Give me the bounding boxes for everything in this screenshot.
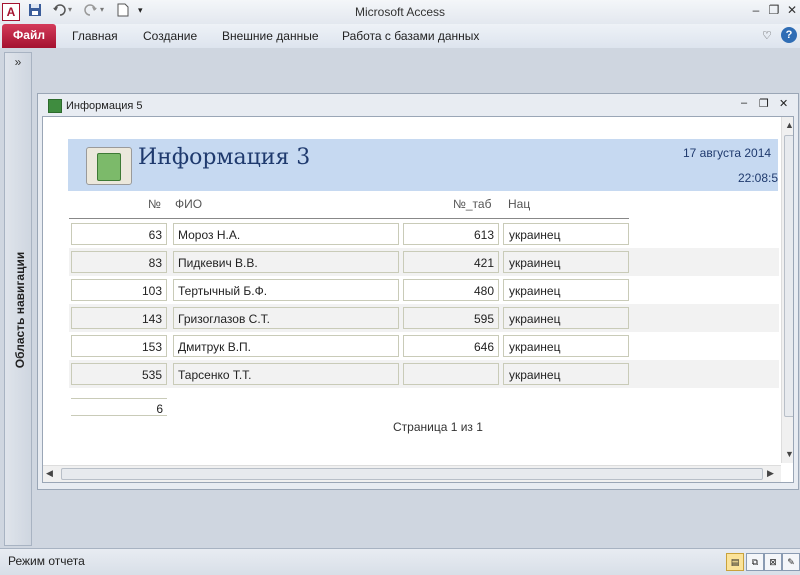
ribbon-minimize-icon[interactable]: ♡ xyxy=(762,29,772,42)
report-window: Информация 5 – ❐ ✕ Информация 3 17 авгус… xyxy=(37,93,799,490)
notebook-icon xyxy=(97,153,121,181)
tab-external-data[interactable]: Внешние данные xyxy=(222,29,319,43)
column-header-num: № xyxy=(148,197,161,211)
column-header-fio: ФИО xyxy=(175,197,203,211)
horizontal-scroll-thumb[interactable] xyxy=(61,468,763,480)
report-date: 17 августа 2014 xyxy=(683,146,772,160)
table-row: 103 Тертычный Б.Ф. 480 украинец xyxy=(69,276,779,304)
cell-num: 83 xyxy=(71,251,167,273)
tab-create[interactable]: Создание xyxy=(143,29,197,43)
cell-num: 143 xyxy=(71,307,167,329)
report-icon xyxy=(48,99,62,113)
cell-nat: украинец xyxy=(503,251,629,273)
cell-fio: Дмитрук В.П. xyxy=(173,335,399,357)
cell-fio: Гризоглазов С.Т. xyxy=(173,307,399,329)
column-header-nat: Нац xyxy=(508,197,531,211)
scroll-down-icon[interactable]: ▼ xyxy=(785,449,793,459)
cell-num: 63 xyxy=(71,223,167,245)
navigation-pane[interactable]: » Область навигации xyxy=(4,52,32,546)
report-view-icon[interactable]: ▤ xyxy=(726,553,744,571)
table-row: 83 Пидкевич В.В. 421 украинец xyxy=(69,248,779,276)
layout-view-icon[interactable]: ⊠ xyxy=(764,553,782,571)
print-preview-icon[interactable]: ⧉ xyxy=(746,553,764,571)
cell-fio: Мороз Н.А. xyxy=(173,223,399,245)
report-time: 22:08:5 xyxy=(738,171,779,185)
cell-tab xyxy=(403,363,499,385)
cell-tab: 595 xyxy=(403,307,499,329)
cell-tab: 646 xyxy=(403,335,499,357)
report-view: Информация 3 17 августа 2014 22:08:5 № Ф… xyxy=(42,116,794,483)
scroll-right-icon[interactable]: ▶ xyxy=(767,468,774,479)
doc-minimize-icon[interactable]: – xyxy=(741,97,747,109)
table-row: 63 Мороз Н.А. 613 украинец xyxy=(69,220,779,248)
table-row: 143 Гризоглазов С.Т. 595 украинец xyxy=(69,304,779,332)
header-divider xyxy=(69,218,629,219)
cell-nat: украинец xyxy=(503,223,629,245)
report-logo-icon xyxy=(86,147,132,185)
tab-database-tools[interactable]: Работа с базами данных xyxy=(342,29,479,43)
cell-tab: 613 xyxy=(403,223,499,245)
report-header: Информация 3 17 августа 2014 22:08:5 xyxy=(68,139,778,191)
window-title: Microsoft Access xyxy=(354,5,446,19)
cell-fio: Тертычный Б.Ф. xyxy=(173,279,399,301)
nav-expand-icon[interactable]: » xyxy=(5,55,31,69)
cell-num: 535 xyxy=(71,363,167,385)
cell-nat: украинец xyxy=(503,363,629,385)
table-row: 153 Дмитрук В.П. 646 украинец xyxy=(69,332,779,360)
ribbon-tabs: Главная Создание Внешние данные Работа с… xyxy=(0,24,800,49)
cell-nat: украинец xyxy=(503,307,629,329)
page-number: Страница 1 из 1 xyxy=(393,420,483,434)
vertical-scroll-thumb[interactable] xyxy=(784,135,793,417)
cell-num: 103 xyxy=(71,279,167,301)
restore-icon[interactable]: ❐ xyxy=(766,3,782,17)
horizontal-scrollbar[interactable]: ◀ ▶ xyxy=(43,465,781,482)
view-mode-label: Режим отчета xyxy=(8,554,85,568)
cell-fio: Тарсенко Т.Т. xyxy=(173,363,399,385)
design-view-icon[interactable]: ✎ xyxy=(782,553,800,571)
nav-pane-label[interactable]: Область навигации xyxy=(13,235,27,385)
table-row: 535 Тарсенко Т.Т. украинец xyxy=(69,360,779,388)
cell-tab: 480 xyxy=(403,279,499,301)
tab-file[interactable]: Файл xyxy=(2,24,56,48)
scroll-left-icon[interactable]: ◀ xyxy=(46,468,53,479)
title-bar: A ▾ ▾ ▾ Microsoft Access – ❐ ✕ xyxy=(0,0,800,24)
report-title: Информация 3 xyxy=(138,145,311,170)
doc-restore-icon[interactable]: ❐ xyxy=(759,97,769,110)
column-header-tab: №_таб xyxy=(453,197,492,211)
cell-tab: 421 xyxy=(403,251,499,273)
help-icon[interactable]: ? xyxy=(781,27,797,43)
tab-home[interactable]: Главная xyxy=(72,29,118,43)
cell-nat: украинец xyxy=(503,335,629,357)
cell-num: 153 xyxy=(71,335,167,357)
minimize-icon[interactable]: – xyxy=(748,3,764,17)
vertical-scrollbar[interactable]: ▲ ▼ xyxy=(781,117,793,463)
status-bar: Режим отчета ▤ ⧉ ⊠ ✎ xyxy=(0,548,800,575)
cell-fio: Пидкевич В.В. xyxy=(173,251,399,273)
doc-close-icon[interactable]: ✕ xyxy=(779,97,788,110)
document-title: Информация 5 xyxy=(66,100,143,112)
close-icon[interactable]: ✕ xyxy=(784,3,800,17)
cell-nat: украинец xyxy=(503,279,629,301)
scroll-up-icon[interactable]: ▲ xyxy=(785,120,793,130)
record-count: 6 xyxy=(71,398,167,416)
